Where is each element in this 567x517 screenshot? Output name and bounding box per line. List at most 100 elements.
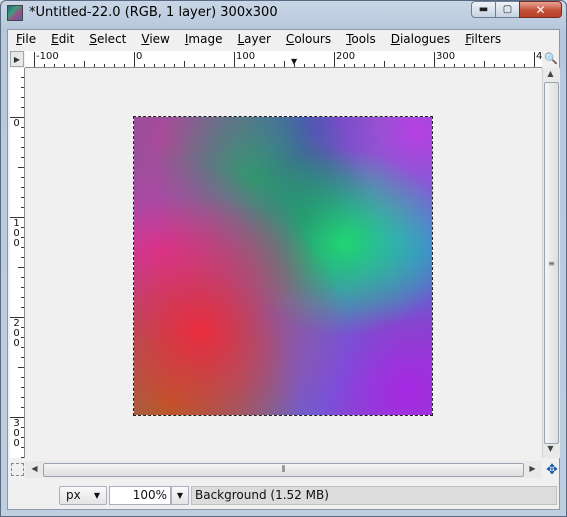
ruler-tick: [21, 207, 24, 208]
ruler-tick: [54, 64, 55, 67]
menu-label: ilters: [471, 32, 502, 46]
ruler-tick: [394, 64, 395, 67]
ruler-label: 300: [436, 51, 456, 62]
ruler-tick: [534, 52, 535, 67]
ruler-tick: [264, 64, 265, 67]
ruler-tick: [21, 177, 24, 178]
menu-select[interactable]: Select: [81, 30, 133, 49]
ruler-tick: [21, 297, 24, 298]
ruler-tick: [114, 64, 115, 67]
maximize-icon: ▢: [502, 4, 513, 15]
ruler-tick: [464, 64, 465, 67]
vertical-ruler[interactable]: 0100200300: [10, 68, 25, 458]
ruler-tick: [204, 64, 205, 67]
grip-icon: ≡: [548, 258, 555, 268]
ruler-tick: [21, 137, 24, 138]
scroll-left-icon[interactable]: ◀: [27, 464, 42, 473]
maximize-button[interactable]: ▢: [495, 1, 520, 18]
ruler-tick: [21, 147, 24, 148]
unit-selector[interactable]: px ▼: [59, 486, 107, 505]
menu-filters[interactable]: Filters: [457, 30, 508, 49]
ruler-tick: [404, 64, 405, 67]
scroll-up-icon[interactable]: ▲: [543, 69, 558, 78]
ruler-tick: [234, 52, 235, 67]
horizontal-scroll-thumb[interactable]: ⦀: [43, 463, 524, 477]
ruler-tick: [224, 64, 225, 67]
layer-boundary: [133, 116, 433, 416]
quick-mask-toggle[interactable]: [11, 463, 24, 476]
ruler-tick: [44, 64, 45, 67]
menu-dialogues[interactable]: Dialogues: [383, 30, 457, 49]
ruler-tick: [524, 64, 525, 67]
menu-view[interactable]: View: [133, 30, 176, 49]
ruler-tick: [21, 357, 24, 358]
ruler-tick: [434, 52, 435, 67]
pointer-position-icon: ▼: [291, 57, 298, 66]
image-thumbnail-icon: [7, 5, 23, 21]
ruler-tick: [21, 277, 24, 278]
ruler-tick: [384, 61, 385, 67]
vertical-scroll-thumb[interactable]: ≡: [544, 82, 559, 444]
horizontal-ruler[interactable]: -100 0 100 200 300 4 ▼: [25, 51, 542, 68]
status-label: Background (1.52 MB): [191, 486, 557, 505]
ruler-tick: [21, 157, 24, 158]
window-controls: ▬ ▢ ✕: [471, 1, 562, 18]
ruler-tick: [154, 64, 155, 67]
ruler-tick: [21, 427, 24, 428]
ruler-label: 0: [13, 438, 20, 449]
ruler-tick: [18, 367, 24, 368]
ruler-tick: [21, 407, 24, 408]
minimize-button[interactable]: ▬: [471, 1, 496, 18]
window-title: *Untitled-22.0 (RGB, 1 layer) 300x300: [29, 5, 278, 20]
menu-label: olours: [294, 32, 332, 46]
zoom-input[interactable]: 100%: [109, 486, 171, 505]
ruler-tick: [474, 64, 475, 67]
ruler-tick: [284, 61, 285, 67]
ruler-tick: [21, 437, 24, 438]
ruler-tick: [174, 64, 175, 67]
horizontal-scrollbar[interactable]: ◀ ⦀ ▶: [25, 461, 542, 478]
menubar: File Edit Select View Image Layer Colours Tools…: [8, 30, 559, 49]
ruler-label: 0: [136, 51, 143, 62]
zoom-image-icon[interactable]: 🔍: [544, 52, 558, 65]
title-bar[interactable]: *Untitled-22.0 (RGB, 1 layer) 300x300 ▬ …: [0, 0, 567, 28]
ruler-tick: [324, 64, 325, 67]
ruler-tick: [334, 52, 335, 67]
ruler-tick: [18, 267, 24, 268]
quick-mask-menu-button[interactable]: ▶: [10, 51, 24, 67]
ruler-tick: [21, 187, 24, 188]
menu-file[interactable]: File: [8, 30, 43, 49]
ruler-tick: [34, 52, 35, 67]
scroll-right-icon[interactable]: ▶: [525, 464, 540, 473]
ruler-tick: [314, 64, 315, 67]
ruler-tick: [104, 64, 105, 67]
menu-arrow-icon: ▶: [13, 54, 21, 64]
vertical-scrollbar[interactable]: ▲ ≡ ▼: [542, 68, 560, 458]
ruler-tick: [74, 64, 75, 67]
menu-tools[interactable]: Tools: [338, 30, 383, 49]
ruler-tick: [21, 97, 24, 98]
ruler-tick: [254, 64, 255, 67]
ruler-tick: [21, 257, 24, 258]
ruler-tick: [21, 77, 24, 78]
menu-layer[interactable]: Layer: [229, 30, 277, 49]
menu-label: elect: [96, 32, 127, 46]
close-button[interactable]: ✕: [519, 1, 562, 18]
ruler-tick: [134, 52, 135, 67]
menu-edit[interactable]: Edit: [43, 30, 81, 49]
ruler-tick: [124, 64, 125, 67]
navigate-icon[interactable]: ✥: [544, 462, 560, 478]
ruler-tick: [21, 327, 24, 328]
canvas-area[interactable]: [25, 68, 542, 458]
ruler-tick: [144, 64, 145, 67]
menu-image[interactable]: Image: [177, 30, 230, 49]
ruler-label: 0: [13, 118, 20, 129]
menu-colours[interactable]: Colours: [278, 30, 338, 49]
scroll-down-icon[interactable]: ▼: [543, 444, 558, 453]
minimize-icon: ▬: [478, 4, 489, 15]
menu-label: ools: [351, 32, 376, 46]
zoom-dropdown-button[interactable]: ▼: [171, 486, 189, 505]
ruler-tick: [21, 107, 24, 108]
ruler-label: 100: [236, 51, 256, 62]
menu-label: ialogues: [399, 32, 451, 46]
